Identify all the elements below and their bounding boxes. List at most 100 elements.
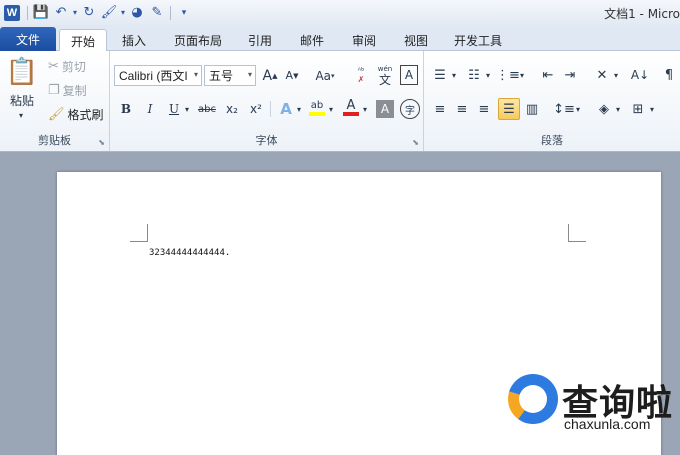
clear-format-icon: ᴬᵇ — [357, 66, 365, 75]
bullets-dropdown-icon[interactable]: ▾ — [450, 65, 458, 85]
paragraph-group-label: 段落 — [541, 134, 563, 147]
asian-layout-dropdown-icon[interactable]: ▾ — [612, 65, 620, 85]
paragraph-group: ☰ ▾ ☷ ▾ ⋮≡ ▾ ⇤ ⇥ ✕ ▾ A↓ ¶ ≡ ≡ ≡ ☰ ▥ ↕≡ ▾… — [424, 51, 680, 151]
margin-corner-top-right — [568, 224, 586, 242]
clear-format-button[interactable]: ᴬᵇ ✗ — [350, 63, 372, 87]
line-spacing-dropdown-icon[interactable]: ▾ — [574, 99, 582, 119]
watermark-url: chaxunla.com — [564, 416, 651, 432]
character-shading-button[interactable]: A — [376, 100, 394, 118]
customize-qat-icon[interactable]: ▾ — [174, 3, 194, 23]
highlight-button[interactable]: ab — [306, 97, 328, 119]
chevron-down-icon: ▾ — [193, 70, 198, 79]
format-painter-button[interactable]: 🖌 格式刷 — [48, 105, 104, 123]
font-size-combo[interactable]: 五号 ▾ — [204, 65, 256, 86]
clipboard-group: 📋 粘贴 ▾ ✂ 剪切 ❐ 复制 🖌 格式刷 剪贴板 ⬊ — [0, 51, 110, 151]
text-effects-button[interactable]: A — [276, 99, 296, 119]
borders-dropdown-icon[interactable]: ▾ — [648, 99, 656, 119]
grow-font-icon: A — [262, 67, 273, 84]
pen-icon[interactable]: ✎ — [147, 3, 167, 23]
distributed-icon[interactable]: ▥ — [522, 99, 542, 119]
asian-layout-icon[interactable]: ✕ — [592, 65, 612, 85]
chevron-down-icon: ▾ — [247, 70, 252, 79]
shrink-font-button[interactable]: A ▼ — [282, 65, 302, 86]
tab-home[interactable]: 开始 — [59, 29, 107, 52]
save-icon[interactable]: 💾 — [31, 3, 51, 23]
underline-dropdown-icon[interactable]: ▾ — [182, 99, 192, 119]
paste-icon[interactable]: 📋 — [4, 55, 40, 89]
undo-dropdown-icon[interactable]: ▾ — [71, 3, 79, 23]
paintbrush-icon: 🖌 — [48, 106, 65, 122]
character-border-button[interactable]: A — [400, 65, 418, 85]
shrink-font-icon: A — [285, 69, 294, 82]
increase-indent-icon[interactable]: ⇥ — [560, 65, 580, 85]
watermark-logo-icon — [508, 374, 558, 424]
tab-page-layout[interactable]: 页面布局 — [166, 29, 230, 51]
shading-icon[interactable]: ◈ — [594, 99, 614, 119]
cut-button[interactable]: ✂ 剪切 — [48, 57, 86, 75]
sort-icon[interactable]: A↓ — [630, 65, 650, 85]
strikethrough-button[interactable]: abc — [196, 99, 218, 119]
change-case-button[interactable]: Aa ▾ — [312, 65, 338, 86]
paste-dropdown-icon[interactable]: ▾ — [14, 109, 28, 121]
window-title: 文档1 - Micro — [604, 7, 680, 21]
tab-review[interactable]: 审阅 — [342, 29, 386, 51]
paste-button[interactable]: 粘贴 — [2, 91, 42, 109]
tab-mailings[interactable]: 邮件 — [290, 29, 334, 51]
line-spacing-icon[interactable]: ↕≡ — [553, 99, 575, 119]
clipboard-group-label: 剪贴板 — [38, 134, 71, 147]
font-launcher-icon[interactable]: ⬊ — [412, 138, 419, 147]
underline-button[interactable]: U — [164, 99, 184, 119]
word-app-icon[interactable]: W — [4, 4, 20, 21]
font-color-dropdown-icon[interactable]: ▾ — [360, 99, 370, 119]
highlight-dropdown-icon[interactable]: ▾ — [326, 99, 336, 119]
align-right-icon[interactable]: ≡ — [474, 99, 494, 119]
font-color-swatch — [343, 112, 359, 116]
font-group-label: 字体 — [255, 134, 278, 147]
bullets-icon[interactable]: ☰ — [430, 65, 450, 85]
document-text[interactable]: 32344444444444. — [149, 248, 230, 258]
copy-button[interactable]: ❐ 复制 — [48, 81, 87, 99]
numbering-icon[interactable]: ☷ — [464, 65, 484, 85]
text-effects-dropdown-icon[interactable]: ▾ — [294, 99, 304, 119]
align-center-icon[interactable]: ≡ — [452, 99, 472, 119]
highlight-color-swatch — [309, 112, 325, 116]
justify-icon[interactable]: ☰ — [498, 98, 520, 120]
divider — [270, 101, 271, 117]
cut-label: 剪切 — [61, 59, 86, 74]
enclose-characters-button[interactable]: 字 — [400, 99, 420, 119]
multilevel-list-icon[interactable]: ⋮≡ — [496, 65, 520, 85]
tab-developer[interactable]: 开发工具 — [446, 29, 510, 51]
align-left-icon[interactable]: ≡ — [430, 99, 450, 119]
font-color-icon: A — [346, 98, 356, 113]
copy-label: 复制 — [62, 83, 87, 98]
font-group: Calibri (西文I ▾ 五号 ▾ A ▲ A ▼ Aa ▾ ᴬᵇ ✗ wén 文 … — [110, 51, 424, 151]
decrease-indent-icon[interactable]: ⇤ — [538, 65, 558, 85]
superscript-button[interactable]: x² — [246, 99, 266, 119]
format-painter-qat-icon[interactable]: 🖌 — [99, 3, 119, 23]
italic-button[interactable]: I — [140, 99, 160, 119]
shading-dropdown-icon[interactable]: ▾ — [614, 99, 622, 119]
redo-icon[interactable]: ↻ — [79, 3, 99, 23]
multilevel-dropdown-icon[interactable]: ▾ — [518, 65, 526, 85]
tab-file[interactable]: 文件 — [0, 27, 56, 51]
undo-icon[interactable]: ↶ — [51, 3, 71, 23]
color-wheel-icon[interactable]: ◕ — [127, 3, 147, 23]
bold-button[interactable]: B — [116, 99, 136, 119]
margin-corner-top-left — [130, 224, 148, 242]
tab-insert[interactable]: 插入 — [110, 29, 158, 51]
qat-divider — [170, 5, 171, 20]
grow-font-button[interactable]: A ▲ — [260, 65, 280, 86]
qat-dropdown-icon[interactable]: ▾ — [119, 3, 127, 23]
font-name-value: Calibri (西文I — [119, 69, 188, 83]
clipboard-launcher-icon[interactable]: ⬊ — [98, 138, 105, 147]
ribbon: 📋 粘贴 ▾ ✂ 剪切 ❐ 复制 🖌 格式刷 剪贴板 ⬊ Calibri (西文… — [0, 51, 680, 152]
phonetic-guide-button[interactable]: wén 文 — [374, 63, 396, 87]
borders-icon[interactable]: ⊞ — [628, 99, 648, 119]
font-color-button[interactable]: A — [340, 97, 362, 119]
tab-view[interactable]: 视图 — [394, 29, 438, 51]
tab-references[interactable]: 引用 — [238, 29, 282, 51]
numbering-dropdown-icon[interactable]: ▾ — [484, 65, 492, 85]
show-marks-icon[interactable]: ¶ — [660, 65, 678, 85]
font-name-combo[interactable]: Calibri (西文I ▾ — [114, 65, 202, 86]
subscript-button[interactable]: x₂ — [222, 99, 242, 119]
